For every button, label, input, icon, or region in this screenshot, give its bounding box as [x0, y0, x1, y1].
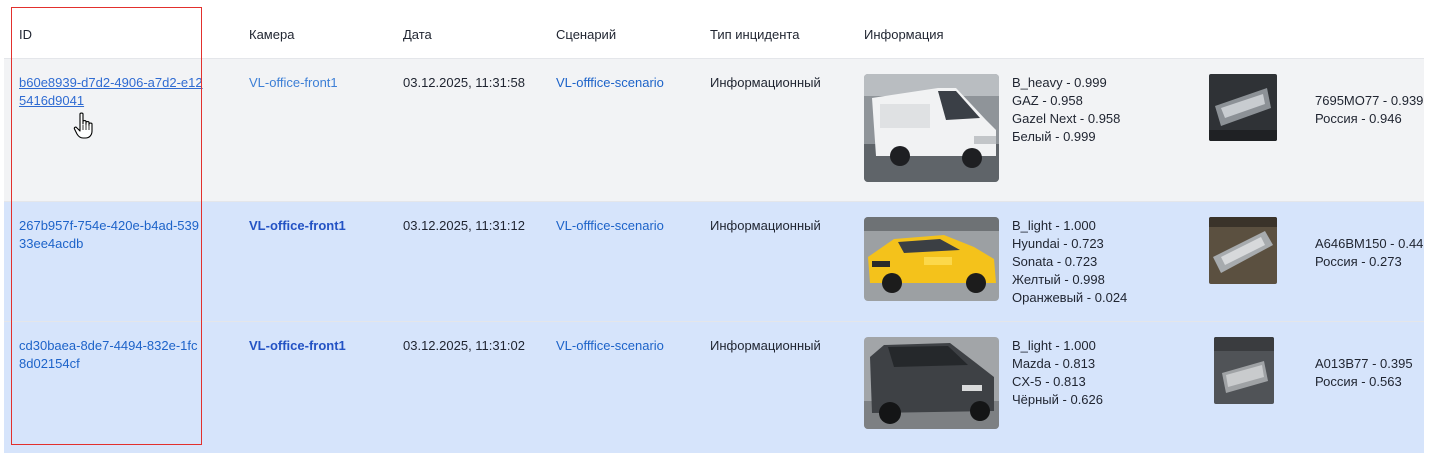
vehicle-image[interactable] [864, 337, 999, 429]
hand-pointer-cursor-icon [73, 112, 95, 140]
scenario-link[interactable]: VL-offfice-scenario [556, 337, 664, 355]
header-scenario[interactable]: Сценарий [556, 26, 616, 44]
table-header: ID Камера Дата Сценарий Тип инцидента Ин… [4, 10, 1424, 58]
attribute-line: B_heavy - 0.999 [1012, 75, 1107, 90]
table-row[interactable]: cd30baea-8de7-4494-832e-1fc8d02154cf VL-… [4, 321, 1424, 453]
attribute-line: Mazda - 0.813 [1012, 356, 1096, 371]
plate-number: A013B77 - 0.395 [1315, 356, 1413, 371]
header-date[interactable]: Дата [403, 26, 432, 44]
header-info: Информация [864, 27, 944, 42]
camera-link[interactable]: VL-office-front1 [249, 74, 338, 92]
attribute-line: GAZ - 0.958 [1012, 93, 1083, 108]
plate-country: Россия - 0.273 [1315, 254, 1402, 269]
vehicle-attributes: B_light - 1.000 Hyundai - 0.723 Sonata -… [1012, 217, 1127, 307]
vehicle-attributes: B_light - 1.000 Mazda - 0.813 CX-5 - 0.8… [1012, 337, 1103, 409]
incident-date: 03.12.2025, 11:31:02 [403, 338, 525, 353]
incident-date: 03.12.2025, 11:31:58 [403, 75, 525, 90]
vehicle-image[interactable] [864, 74, 999, 182]
plate-country: Россия - 0.946 [1315, 111, 1402, 126]
table-row[interactable]: 267b957f-754e-420e-b4ad-53933ee4acdb VL-… [4, 201, 1424, 321]
header-incident-type[interactable]: Тип инцидента [710, 26, 835, 44]
header-camera[interactable]: Камера [249, 26, 294, 44]
attribute-line: CX-5 - 0.813 [1012, 374, 1086, 389]
plate-info: A013B77 - 0.395 Россия - 0.563 [1315, 355, 1413, 391]
attribute-line: Чёрный - 0.626 [1012, 392, 1103, 407]
plate-country: Россия - 0.563 [1315, 374, 1402, 389]
plate-number: A646BM150 - 0.44 [1315, 236, 1424, 251]
incident-type: Информационный [710, 75, 821, 90]
vehicle-attributes: B_heavy - 0.999 GAZ - 0.958 Gazel Next -… [1012, 74, 1120, 146]
attribute-line: Hyundai - 0.723 [1012, 236, 1104, 251]
plate-info: A646BM150 - 0.44 Россия - 0.273 [1315, 235, 1423, 271]
attribute-line: B_light - 1.000 [1012, 218, 1096, 233]
plate-image[interactable] [1209, 74, 1277, 141]
attribute-line: Sonata - 0.723 [1012, 254, 1098, 269]
camera-link[interactable]: VL-office-front1 [249, 217, 346, 235]
attribute-line: Желтый - 0.998 [1012, 272, 1105, 287]
camera-link[interactable]: VL-office-front1 [249, 337, 346, 355]
incident-id-link[interactable]: b60e8939-d7d2-4906-a7d2-e125416d9041 [19, 74, 204, 110]
incidents-table: ID Камера Дата Сценарий Тип инцидента Ин… [0, 0, 1431, 453]
incident-type: Информационный [710, 338, 821, 353]
table-row[interactable]: b60e8939-d7d2-4906-a7d2-e125416d9041 VL-… [4, 58, 1424, 201]
plate-number: 7695MO77 - 0.939 [1315, 93, 1424, 108]
scenario-link[interactable]: VL-offfice-scenario [556, 74, 664, 92]
plate-info: 7695MO77 - 0.939 Россия - 0.946 [1315, 92, 1423, 128]
attribute-line: Gazel Next - 0.958 [1012, 111, 1121, 126]
vehicle-image[interactable] [864, 217, 999, 301]
scenario-link[interactable]: VL-offfice-scenario [556, 217, 664, 235]
plate-image[interactable] [1209, 217, 1277, 284]
incident-type: Информационный [710, 218, 821, 233]
attribute-line: Оранжевый - 0.024 [1012, 290, 1128, 305]
incident-id-link[interactable]: 267b957f-754e-420e-b4ad-53933ee4acdb [19, 217, 204, 253]
header-id[interactable]: ID [19, 26, 32, 44]
attribute-line: Белый - 0.999 [1012, 129, 1096, 144]
plate-image[interactable] [1214, 337, 1274, 404]
attribute-line: B_light - 1.000 [1012, 338, 1096, 353]
incident-date: 03.12.2025, 11:31:12 [403, 218, 525, 233]
incident-id-link[interactable]: cd30baea-8de7-4494-832e-1fc8d02154cf [19, 337, 204, 373]
